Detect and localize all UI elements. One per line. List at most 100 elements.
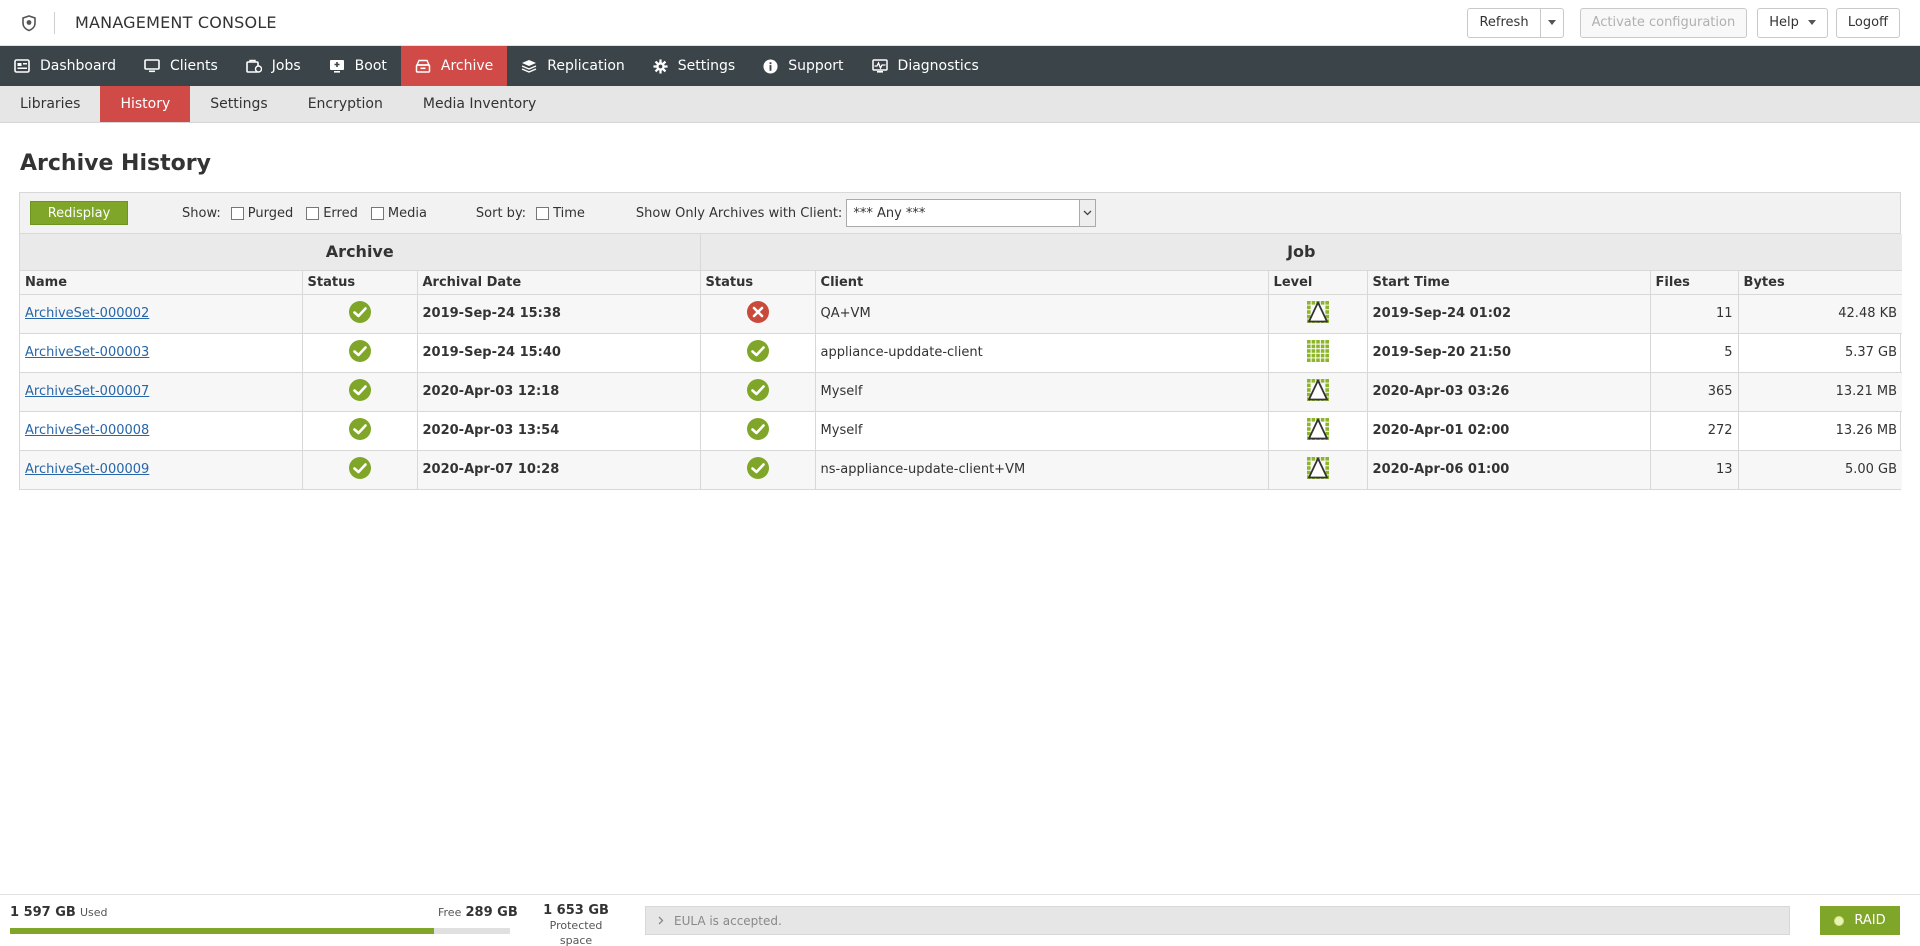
tab-history[interactable]: History bbox=[100, 86, 191, 122]
checkbox-box[interactable] bbox=[370, 206, 384, 220]
nav-item-support[interactable]: Support bbox=[749, 46, 857, 86]
erred-checkbox[interactable]: Erred bbox=[306, 206, 358, 221]
column-header-start-time[interactable]: Start Time bbox=[1367, 270, 1651, 295]
activate-configuration-button[interactable]: Activate configuration bbox=[1579, 7, 1748, 38]
cell-level bbox=[1268, 294, 1368, 334]
cell-start-time: 2019-Sep-20 21:50 bbox=[1367, 333, 1651, 373]
checkbox-box[interactable] bbox=[230, 206, 244, 220]
logoff-button[interactable]: Logoff bbox=[1835, 7, 1900, 38]
redisplay-button[interactable]: Redisplay bbox=[30, 201, 128, 225]
nav-item-dashboard[interactable]: Dashboard bbox=[0, 46, 130, 86]
nav-item-settings[interactable]: Settings bbox=[639, 46, 749, 86]
level-differential-icon bbox=[1305, 455, 1331, 485]
column-header-row: Name Status Archival Date Status Client … bbox=[20, 270, 1903, 295]
column-header-bytes[interactable]: Bytes bbox=[1738, 270, 1903, 295]
table-row[interactable]: ArchiveSet-000008 2020-Apr-03 13:54 Myself… bbox=[20, 411, 1903, 451]
tab-encryption[interactable]: Encryption bbox=[288, 86, 403, 122]
nav-item-replication[interactable]: Replication bbox=[507, 46, 638, 86]
nav-label: Diagnostics bbox=[897, 58, 979, 74]
archive-set-link[interactable]: ArchiveSet-000009 bbox=[25, 462, 149, 477]
tab-libraries[interactable]: Libraries bbox=[0, 86, 100, 122]
cell-client: Myself bbox=[815, 372, 1269, 412]
cell-start-time: 2020-Apr-01 02:00 bbox=[1367, 411, 1651, 451]
status-ok-icon bbox=[746, 378, 770, 406]
protected-label: Protected space bbox=[549, 919, 603, 946]
help-button[interactable]: Help bbox=[1757, 7, 1828, 38]
status-ok-icon bbox=[348, 456, 372, 484]
refresh-button[interactable]: Refresh bbox=[1467, 7, 1541, 38]
checkbox-box[interactable] bbox=[536, 206, 550, 220]
nav-item-jobs[interactable]: Jobs bbox=[232, 46, 315, 86]
cell-archival-date: 2019-Sep-24 15:38 bbox=[417, 294, 701, 334]
cell-bytes: 13.26 MB bbox=[1738, 411, 1903, 451]
chevron-down-icon[interactable] bbox=[1079, 200, 1096, 226]
column-header-client[interactable]: Client bbox=[815, 270, 1269, 295]
jobs-icon bbox=[245, 59, 262, 73]
nav-item-diagnostics[interactable]: Diagnostics bbox=[858, 46, 993, 86]
gear-icon bbox=[653, 58, 668, 74]
checkbox-box[interactable] bbox=[306, 206, 320, 220]
cell-archive-status bbox=[302, 333, 418, 373]
archive-set-link[interactable]: ArchiveSet-000003 bbox=[25, 345, 149, 360]
free-space: Free 289 GB bbox=[438, 905, 518, 920]
purged-checkbox[interactable]: Purged bbox=[230, 205, 294, 221]
free-label: Free bbox=[438, 906, 462, 919]
tab-settings[interactable]: Settings bbox=[190, 86, 287, 122]
diagnostics-icon bbox=[871, 59, 888, 73]
free-value: 289 GB bbox=[465, 905, 518, 920]
refresh-dropdown-button[interactable] bbox=[1540, 7, 1564, 38]
used-label: Used bbox=[79, 906, 108, 919]
group-header-archive: Archive bbox=[20, 234, 701, 271]
time-checkbox[interactable]: Time bbox=[536, 206, 585, 221]
tab-media-inventory[interactable]: Media Inventory bbox=[403, 86, 556, 122]
column-header-files[interactable]: Files bbox=[1650, 270, 1739, 295]
replication-icon bbox=[522, 60, 537, 73]
client-filter-select[interactable]: *** Any *** bbox=[846, 199, 1097, 227]
status-footer: 1 597 GB Used Free 289 GB 1 653 GB Prote… bbox=[0, 894, 1920, 946]
cell-bytes: 5.00 GB bbox=[1738, 450, 1903, 489]
cell-name: ArchiveSet-000003 bbox=[20, 333, 303, 373]
app-logo-icon[interactable] bbox=[20, 13, 40, 33]
archive-set-link[interactable]: ArchiveSet-000007 bbox=[25, 384, 149, 399]
status-ok-icon bbox=[746, 456, 770, 484]
archive-set-link[interactable]: ArchiveSet-000002 bbox=[25, 306, 149, 321]
status-ok-icon bbox=[348, 339, 372, 367]
cell-client: QA+VM bbox=[815, 294, 1269, 334]
cell-files: 272 bbox=[1650, 411, 1739, 451]
table-body: ArchiveSet-000002 2019-Sep-24 15:38 QA+VM 2… bbox=[20, 294, 1903, 489]
archive-set-link[interactable]: ArchiveSet-000008 bbox=[25, 423, 149, 438]
column-header-archive-status[interactable]: Status bbox=[302, 270, 418, 295]
eula-status-bar[interactable]: EULA is accepted. bbox=[645, 906, 1790, 935]
storage-usage-bar bbox=[10, 928, 510, 934]
media-checkbox[interactable]: Media bbox=[370, 206, 427, 221]
cell-archive-status bbox=[302, 372, 418, 412]
nav-item-boot[interactable]: Boot bbox=[315, 46, 401, 86]
purged-label: Purged bbox=[247, 205, 294, 221]
level-differential-icon bbox=[1305, 416, 1331, 446]
nav-item-archive[interactable]: Archive bbox=[400, 46, 508, 86]
help-label: Help bbox=[1769, 15, 1799, 30]
info-icon bbox=[763, 58, 778, 74]
raid-status-button[interactable]: RAID bbox=[1820, 906, 1900, 935]
cell-bytes: 13.21 MB bbox=[1738, 372, 1903, 412]
column-header-level[interactable]: Level bbox=[1268, 270, 1368, 295]
nav-item-clients[interactable]: Clients bbox=[130, 46, 232, 86]
column-header-name[interactable]: Name bbox=[20, 270, 303, 295]
table-row[interactable]: ArchiveSet-000003 2019-Sep-24 15:40 applia… bbox=[20, 333, 1903, 373]
protected-space: 1 653 GB Protected space bbox=[534, 903, 618, 946]
cell-archive-status bbox=[302, 294, 418, 334]
archive-history-table: Archive Job Name Status Archival Date St… bbox=[20, 234, 1903, 489]
status-ok-icon bbox=[348, 417, 372, 445]
nav-label: Settings bbox=[677, 58, 736, 74]
archive-history-panel: Redisplay Show: Purged Erred Media Sort … bbox=[19, 192, 1903, 490]
status-ok-icon bbox=[746, 339, 770, 367]
nav-label: Dashboard bbox=[40, 58, 116, 74]
table-row[interactable]: ArchiveSet-000007 2020-Apr-03 12:18 Myself… bbox=[20, 372, 1903, 412]
nav-label: Boot bbox=[354, 58, 387, 74]
table-row[interactable]: ArchiveSet-000009 2020-Apr-07 10:28 ns-app… bbox=[20, 450, 1903, 489]
table-row[interactable]: ArchiveSet-000002 2019-Sep-24 15:38 QA+VM 2… bbox=[20, 294, 1903, 334]
column-header-archival-date[interactable]: Archival Date bbox=[417, 270, 701, 295]
show-label: Show: bbox=[182, 205, 221, 221]
monitor-icon bbox=[144, 59, 160, 73]
column-header-job-status[interactable]: Status bbox=[700, 270, 816, 295]
